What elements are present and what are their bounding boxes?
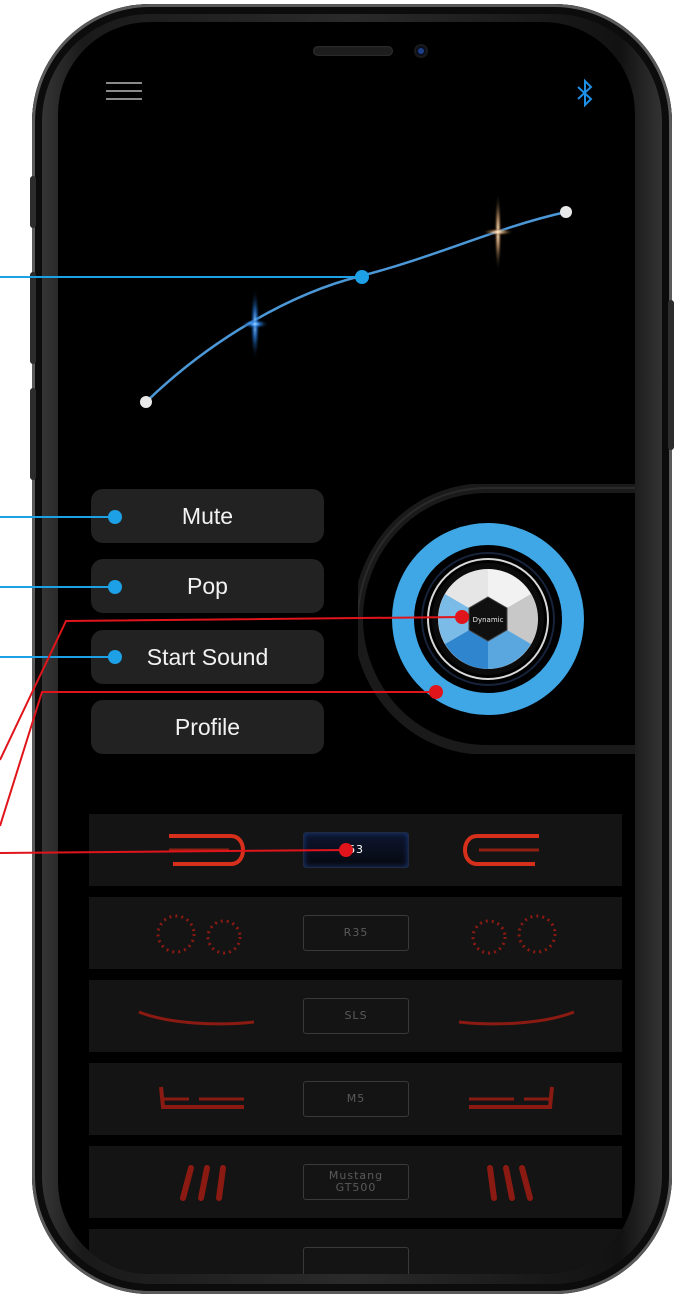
- curve-start-handle[interactable]: [140, 396, 152, 408]
- sound-profile-row-63[interactable]: 63: [89, 814, 622, 886]
- sound-profile-row-sls[interactable]: SLS: [89, 980, 622, 1052]
- power-button: [668, 300, 674, 450]
- taillight-right-icon: [463, 834, 539, 866]
- profile-badge-63: 63: [303, 832, 409, 868]
- taillight-left-icon: [180, 1165, 226, 1201]
- taillight-left-icon: [159, 1086, 244, 1109]
- taillight-right-icon: [458, 1010, 575, 1026]
- curve-end-handle[interactable]: [560, 206, 572, 218]
- start-sound-button[interactable]: Start Sound: [91, 630, 324, 684]
- silent-switch: [30, 176, 36, 228]
- taillight-right-icon: [471, 914, 557, 955]
- sound-profile-row-r35[interactable]: R35: [89, 897, 622, 969]
- pop-button[interactable]: Pop: [91, 559, 324, 613]
- profile-button[interactable]: Profile: [91, 700, 324, 754]
- sound-profile-row-mustang-gt500[interactable]: Mustang GT500: [89, 1146, 622, 1218]
- sound-profile-row-m5[interactable]: M5: [89, 1063, 622, 1135]
- dial-mode-label: Dynamic: [473, 616, 504, 624]
- app-screen: Mute Pop Start Sound Profile Dynamic 63: [58, 22, 635, 1274]
- volume-down-button: [30, 388, 36, 480]
- taillight-left-icon: [138, 1010, 255, 1026]
- profile-badge-r35: R35: [303, 915, 409, 951]
- sound-curve-line: [145, 210, 567, 403]
- taillight-left-icon: [156, 914, 242, 955]
- profile-badge-partial: [303, 1247, 409, 1274]
- volume-up-button: [30, 272, 36, 364]
- profile-badge-sls: SLS: [303, 998, 409, 1034]
- mute-button[interactable]: Mute: [91, 489, 324, 543]
- sound-curve-graph[interactable]: [58, 22, 635, 482]
- taillight-right-icon: [487, 1165, 533, 1201]
- profile-badge-m5: M5: [303, 1081, 409, 1117]
- sound-profile-row-partial[interactable]: [89, 1229, 622, 1274]
- taillight-left-icon: [169, 834, 245, 866]
- taillight-right-icon: [469, 1086, 554, 1109]
- profile-badge-mustang-gt500: Mustang GT500: [303, 1164, 409, 1200]
- mode-dial[interactable]: Dynamic: [358, 484, 635, 754]
